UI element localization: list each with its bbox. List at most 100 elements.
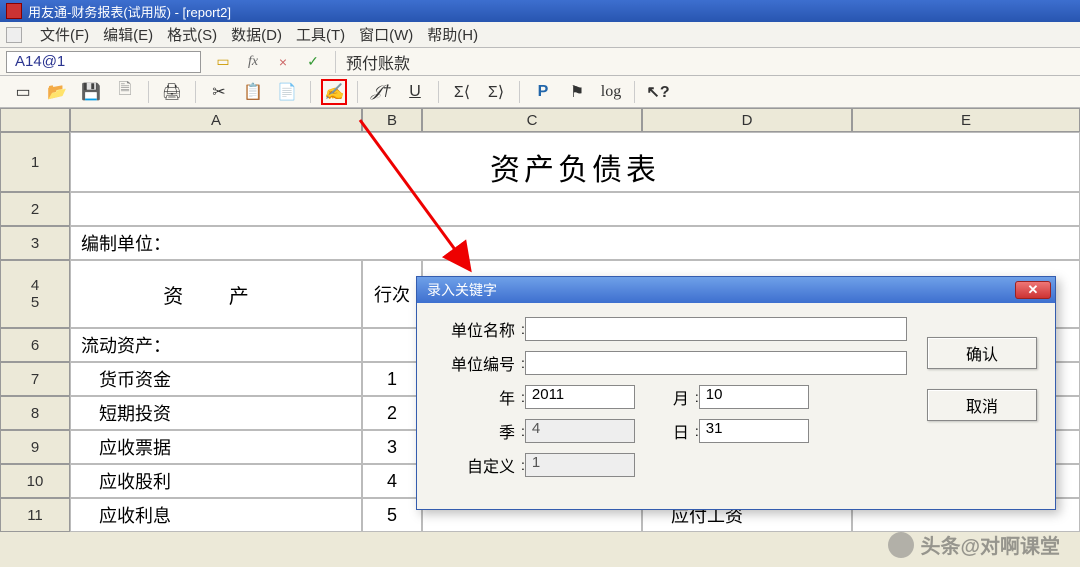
print-icon[interactable]: 🖨: [159, 79, 185, 105]
menu-icon: [6, 27, 22, 43]
menu-edit[interactable]: 编辑(E): [103, 24, 153, 45]
col-header-e[interactable]: E: [852, 108, 1080, 132]
label-unit-name: 单位名称: [441, 317, 521, 341]
cell-item[interactable]: 短期投资: [70, 396, 362, 430]
input-quarter[interactable]: 4: [525, 419, 635, 443]
cell[interactable]: [362, 328, 422, 362]
fx-icon[interactable]: fx: [243, 52, 263, 72]
copy-icon[interactable]: 📋: [240, 79, 266, 105]
log-icon[interactable]: log: [598, 79, 624, 105]
menu-file[interactable]: 文件(F): [40, 24, 89, 45]
cell-num[interactable]: 3: [362, 430, 422, 464]
row-header[interactable]: 11: [0, 498, 70, 532]
cell-section[interactable]: 流动资产：: [70, 328, 362, 362]
separator: [357, 81, 358, 103]
window-titlebar: 用友通-财务报表(试用版) - [report2]: [0, 0, 1080, 22]
cell-item[interactable]: 应收利息: [70, 498, 362, 532]
bold-p-icon[interactable]: P: [530, 79, 556, 105]
sigma-icon[interactable]: Σ⟨: [449, 79, 475, 105]
keyword-entry-icon[interactable]: ✍: [321, 79, 347, 105]
row-header[interactable]: 8: [0, 396, 70, 430]
dialog-titlebar[interactable]: 录入关键字 ✕: [417, 277, 1055, 303]
label-quarter: 季: [441, 419, 521, 443]
toolbar: ▭ 📂 💾 🗎 🖨 ✂ 📋 📄 ✍ 𝒥† U Σ⟨ Σ⟩ P ⚑ log ↖?: [0, 76, 1080, 108]
keyword-dialog: 录入关键字 ✕ 单位名称 : 单位编号 : 年 : 2011 月 : 10: [416, 276, 1056, 510]
window-title: 用友通-财务报表(试用版) - [report2]: [28, 2, 231, 21]
row-header[interactable]: 45: [0, 260, 70, 328]
input-day[interactable]: 31: [699, 419, 809, 443]
cell-item[interactable]: 应收股利: [70, 464, 362, 498]
row-header[interactable]: 10: [0, 464, 70, 498]
label-unit-no: 单位编号: [441, 351, 521, 375]
watermark: 头条@对啊课堂: [888, 530, 1060, 559]
separator: [148, 81, 149, 103]
col-header-b[interactable]: B: [362, 108, 422, 132]
menu-format[interactable]: 格式(S): [167, 24, 217, 45]
savecopy-icon[interactable]: 🗎: [112, 79, 138, 105]
col-header-c[interactable]: C: [422, 108, 642, 132]
cell-reference-value: A14@1: [15, 53, 65, 70]
help-arrow-icon[interactable]: ↖?: [645, 79, 671, 105]
cell-num[interactable]: 1: [362, 362, 422, 396]
menu-bar: 文件(F) 编辑(E) 格式(S) 数据(D) 工具(T) 窗口(W) 帮助(H…: [0, 22, 1080, 48]
watermark-icon: [888, 532, 914, 558]
input-custom[interactable]: 1: [525, 453, 635, 477]
menu-data[interactable]: 数据(D): [231, 24, 282, 45]
formula-bar: A14@1 ▭ fx × ✓ 预付账款: [0, 48, 1080, 76]
script-icon[interactable]: 𝒥†: [368, 79, 394, 105]
separator: [195, 81, 196, 103]
close-icon[interactable]: ✕: [1015, 281, 1051, 299]
input-unit-name[interactable]: [525, 317, 907, 341]
new-icon[interactable]: ▭: [10, 79, 36, 105]
menu-window[interactable]: 窗口(W): [359, 24, 413, 45]
label-month: 月: [635, 385, 695, 409]
row-header[interactable]: 1: [0, 132, 70, 192]
input-unit-no[interactable]: [525, 351, 907, 375]
row-header[interactable]: 9: [0, 430, 70, 464]
label-custom: 自定义: [441, 453, 521, 477]
app-icon: [6, 3, 22, 19]
input-year[interactable]: 2011: [525, 385, 635, 409]
row-header[interactable]: 7: [0, 362, 70, 396]
row-header[interactable]: 6: [0, 328, 70, 362]
col-header-a[interactable]: A: [70, 108, 362, 132]
separator: [310, 81, 311, 103]
menu-tool[interactable]: 工具(T): [296, 24, 345, 45]
label-year: 年: [441, 385, 521, 409]
accept-check-icon[interactable]: ✓: [303, 52, 323, 72]
cell[interactable]: [70, 192, 1080, 226]
save-icon[interactable]: 💾: [78, 79, 104, 105]
flag-icon[interactable]: ⚑: [564, 79, 590, 105]
ok-button[interactable]: 确认: [927, 337, 1037, 369]
cell-item[interactable]: 应收票据: [70, 430, 362, 464]
formula-value[interactable]: 预付账款: [335, 51, 1080, 73]
menu-help[interactable]: 帮助(H): [427, 24, 478, 45]
underline-icon[interactable]: U: [402, 79, 428, 105]
sigma2-icon[interactable]: Σ⟩: [483, 79, 509, 105]
cancel-x-icon[interactable]: ×: [273, 52, 293, 72]
report-title-cell[interactable]: 资产负债表: [70, 132, 1080, 192]
cell-num[interactable]: 4: [362, 464, 422, 498]
dialog-title-text: 录入关键字: [427, 280, 497, 300]
separator: [438, 81, 439, 103]
separator: [519, 81, 520, 103]
cell-unit[interactable]: 编制单位：: [70, 226, 1080, 260]
cell-reference-box[interactable]: A14@1: [6, 51, 201, 73]
paste-icon[interactable]: 📄: [274, 79, 300, 105]
open-icon[interactable]: 📂: [44, 79, 70, 105]
edit-icon[interactable]: ▭: [213, 52, 233, 72]
select-all-corner[interactable]: [0, 108, 70, 132]
row-header[interactable]: 2: [0, 192, 70, 226]
cancel-button[interactable]: 取消: [927, 389, 1037, 421]
input-month[interactable]: 10: [699, 385, 809, 409]
header-asset[interactable]: 资 产: [70, 260, 362, 328]
cell-num[interactable]: 5: [362, 498, 422, 532]
cell-num[interactable]: 2: [362, 396, 422, 430]
row-header[interactable]: 3: [0, 226, 70, 260]
label-day: 日: [635, 419, 695, 443]
col-header-d[interactable]: D: [642, 108, 852, 132]
separator: [634, 81, 635, 103]
cut-icon[interactable]: ✂: [206, 79, 232, 105]
cell-item[interactable]: 货币资金: [70, 362, 362, 396]
header-rownum[interactable]: 行次: [362, 260, 422, 328]
